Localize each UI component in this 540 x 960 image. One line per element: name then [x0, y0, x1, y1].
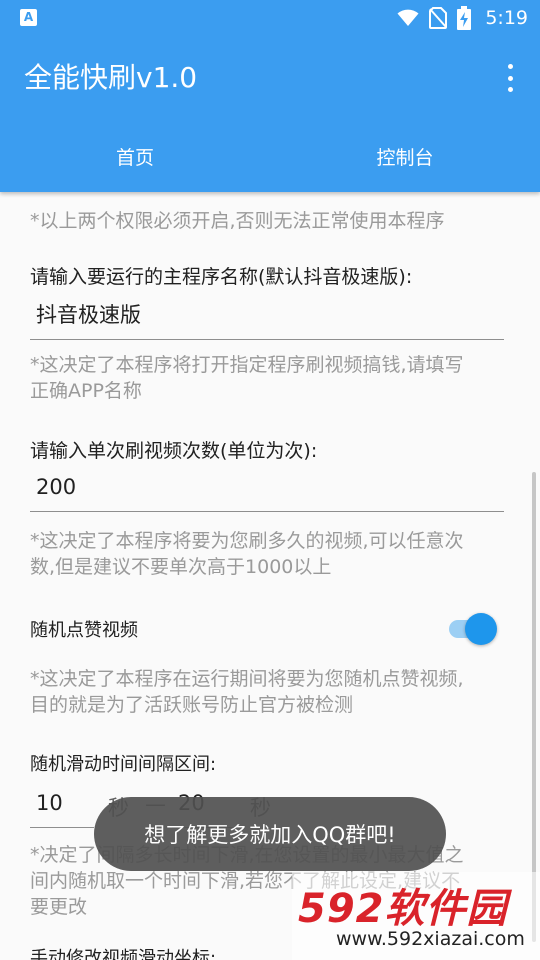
tab-console[interactable]: 控制台 — [270, 120, 540, 192]
coordinate-label: 手动修改视频滑动坐标: — [30, 948, 217, 960]
app-name-input[interactable]: 抖音极速版 — [30, 296, 504, 340]
site-watermark: 592软件园 www.592xiazai.com — [292, 872, 540, 960]
notification-app-icon: A — [20, 9, 37, 26]
count-label: 请输入单次刷视频次数(单位为次): — [30, 440, 318, 462]
interval-label: 随机滑动时间间隔区间: — [30, 754, 217, 775]
status-icons: 5:19 — [397, 6, 528, 30]
battery-charging-icon — [457, 6, 472, 30]
random-like-hint-line2: 目的就是为了活跃账号防止官方被检测 — [30, 694, 354, 716]
status-bar: A 5:19 — [0, 0, 540, 36]
watermark-logo: 592软件园 — [298, 886, 508, 932]
more-vert-icon[interactable] — [504, 64, 516, 92]
app-name-hint-line2: 正确APP名称 — [30, 380, 142, 402]
count-hint-line2: 数,但是建议不要单次高于1000以上 — [30, 556, 332, 578]
wifi-icon — [397, 9, 419, 26]
app-name-label: 请输入要运行的主程序名称(默认抖音极速版): — [30, 266, 413, 288]
random-like-label: 随机点赞视频 — [30, 620, 138, 641]
app-title: 全能快刷v1.0 — [24, 61, 198, 94]
interval-min-input[interactable]: 10 — [30, 784, 94, 828]
random-like-switch[interactable] — [445, 610, 497, 646]
tab-home[interactable]: 首页 — [0, 120, 270, 192]
random-like-hint-line1: *这决定了本程序在运行期间将要为您随机点赞视频, — [30, 668, 464, 690]
app-bar: A 5:19 全能快刷v1.0 首页 控制台 — [0, 0, 540, 192]
app-name-hint-line1: *这决定了本程序将打开指定程序刷视频搞钱,请填写 — [30, 354, 464, 376]
no-sim-icon — [429, 7, 448, 29]
switch-thumb — [465, 613, 497, 645]
tab-bar: 首页 控制台 — [0, 120, 540, 192]
toast-message: 想了解更多就加入QQ群吧! — [94, 797, 446, 871]
permission-hint: *以上两个权限必须开启,否则无法正常使用本程序 — [30, 210, 445, 232]
count-hint-line1: *这决定了本程序将要为您刷多久的视频,可以任意次 — [30, 530, 464, 552]
status-time: 5:19 — [485, 7, 528, 29]
watermark-url: www.592xiazai.com — [336, 928, 525, 950]
count-input[interactable]: 200 — [30, 468, 504, 512]
